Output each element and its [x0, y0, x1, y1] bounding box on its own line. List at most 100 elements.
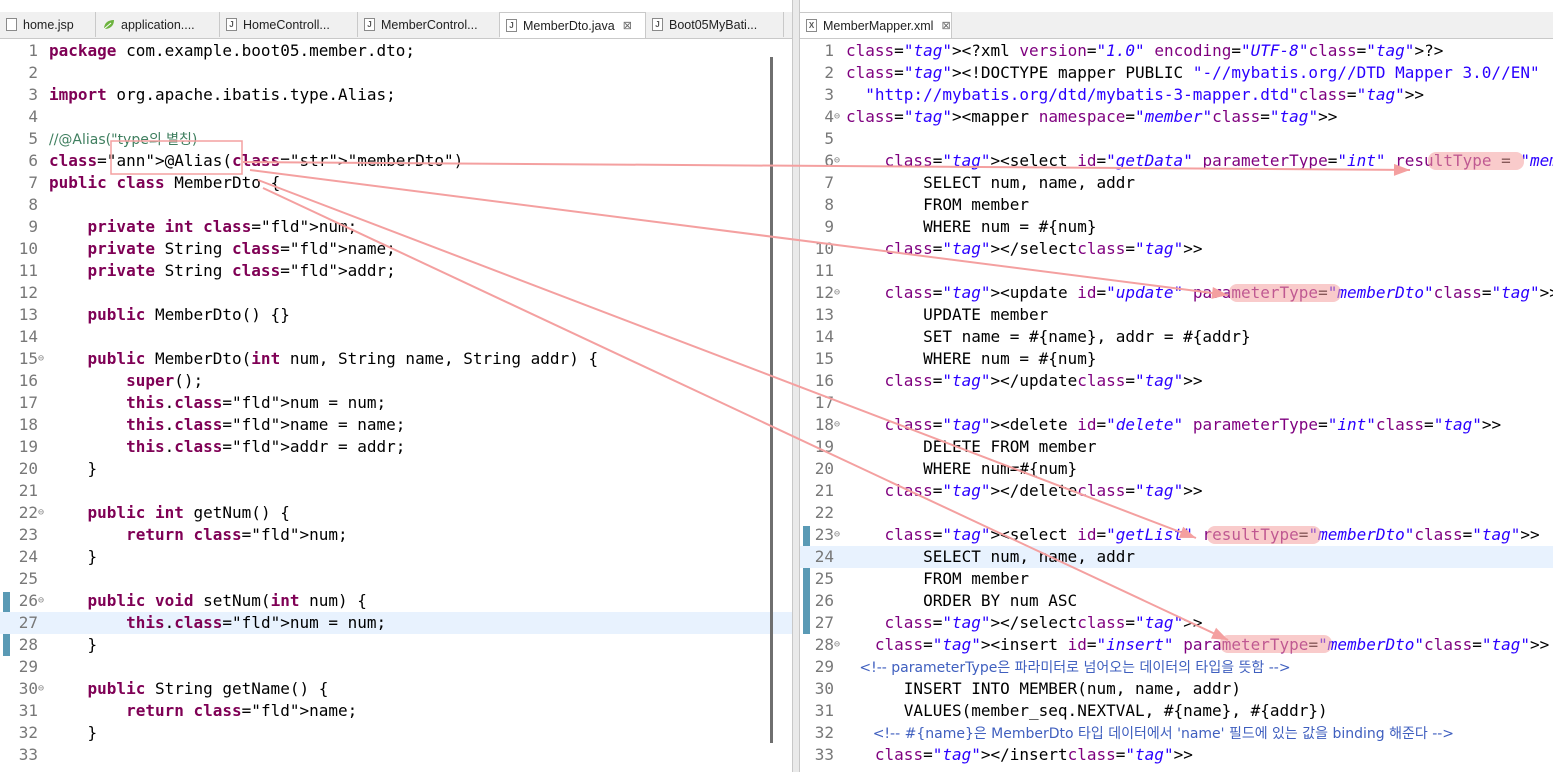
java-line-5[interactable]: 5 //@Alias("type의 별칭): [0, 128, 792, 150]
xml-code-area[interactable]: 1 class="tag"><?xml version="1.0" encodin…: [800, 40, 1553, 772]
java-tab-5[interactable]: J Boot05MyBati...: [646, 12, 784, 37]
line-number: 23: [814, 525, 834, 544]
xml-line-32[interactable]: 32 <!-- #{name}은 MemberDto 타입 데이터에서 'nam…: [800, 722, 1553, 744]
xml-line-6[interactable]: 6 ⊖ class="tag"><select id="getData" para…: [800, 150, 1553, 172]
java-line-29[interactable]: 29: [0, 656, 792, 678]
xml-line-10[interactable]: 10 class="tag"></selectclass="tag">>: [800, 238, 1553, 260]
xml-line-27[interactable]: 27 class="tag"></selectclass="tag">>: [800, 612, 1553, 634]
xml-line-15[interactable]: 15 WHERE num = #{num}: [800, 348, 1553, 370]
java-line-14[interactable]: 14: [0, 326, 792, 348]
fold-toggle-icon[interactable]: ⊖: [834, 282, 840, 304]
java-file-icon: J: [652, 18, 663, 31]
java-tab-3[interactable]: J MemberControl...: [358, 12, 500, 37]
java-line-7[interactable]: 7 public class MemberDto {: [0, 172, 792, 194]
xml-line-14[interactable]: 14 SET name = #{name}, addr = #{addr}: [800, 326, 1553, 348]
java-editor-scrollbar[interactable]: [770, 57, 773, 743]
fold-toggle-icon[interactable]: ⊖: [38, 502, 44, 524]
fold-toggle-icon[interactable]: ⊖: [38, 590, 44, 612]
line-number: 26: [18, 591, 38, 610]
java-line-22[interactable]: 22 ⊖ public int getNum() {: [0, 502, 792, 524]
java-tab-0[interactable]: home.jsp: [0, 12, 96, 37]
java-line-9[interactable]: 9 private int class="fld">num;: [0, 216, 792, 238]
xml-line-18[interactable]: 18 ⊖ class="tag"><delete id="delete" para…: [800, 414, 1553, 436]
close-tab-icon[interactable]: ⊠: [623, 19, 632, 32]
java-line-11[interactable]: 11 private String class="fld">addr;: [0, 260, 792, 282]
xml-line-7[interactable]: 7 SELECT num, name, addr: [800, 172, 1553, 194]
xml-line-21[interactable]: 21 class="tag"></deleteclass="tag">>: [800, 480, 1553, 502]
java-line-2[interactable]: 2: [0, 62, 792, 84]
fold-toggle-icon[interactable]: ⊖: [834, 414, 840, 436]
xml-line-29[interactable]: 29 <!-- parameterType은 파라미터로 넘어오는 데이터의 타…: [800, 656, 1553, 678]
java-line-20[interactable]: 20 }: [0, 458, 792, 480]
fold-toggle-icon[interactable]: ⊖: [834, 150, 840, 172]
java-line-18[interactable]: 18 this.class="fld">name = name;: [0, 414, 792, 436]
code-text: class="tag"></selectclass="tag">>: [884, 613, 1203, 632]
java-tab-4[interactable]: J MemberDto.java ⊠: [500, 12, 646, 38]
java-tab-1[interactable]: application....: [96, 12, 220, 37]
xml-line-16[interactable]: 16 class="tag"></updateclass="tag">>: [800, 370, 1553, 392]
xml-line-11[interactable]: 11: [800, 260, 1553, 282]
xml-line-25[interactable]: 25 FROM member: [800, 568, 1553, 590]
xml-line-13[interactable]: 13 UPDATE member: [800, 304, 1553, 326]
java-line-15[interactable]: 15 ⊖ public MemberDto(int num, String nam…: [0, 348, 792, 370]
java-line-21[interactable]: 21: [0, 480, 792, 502]
xml-line-3[interactable]: 3 "http://mybatis.org/dtd/mybatis-3-mapp…: [800, 84, 1553, 106]
java-line-13[interactable]: 13 public MemberDto() {}: [0, 304, 792, 326]
fold-toggle-icon[interactable]: ⊖: [834, 524, 840, 546]
xml-line-23[interactable]: 23 ⊖ class="tag"><select id="getList" res…: [800, 524, 1553, 546]
xml-line-33[interactable]: 33 class="tag"></insertclass="tag">>: [800, 744, 1553, 766]
java-line-24[interactable]: 24 }: [0, 546, 792, 568]
java-line-28[interactable]: 28 }: [0, 634, 792, 656]
java-tab-2[interactable]: J HomeControll...: [220, 12, 358, 37]
close-tab-icon[interactable]: ⊠: [941, 19, 950, 32]
xml-line-30[interactable]: 30 INSERT INTO MEMBER(num, name, addr): [800, 678, 1553, 700]
code-text: SELECT num, name, addr: [846, 173, 1135, 192]
xml-line-19[interactable]: 19 DELETE FROM member: [800, 436, 1553, 458]
editor-split-divider[interactable]: [792, 0, 800, 772]
java-line-6[interactable]: 6 class="ann">@Alias(class="str">"memberD…: [0, 150, 792, 172]
xml-line-20[interactable]: 20 WHERE num=#{num}: [800, 458, 1553, 480]
fold-toggle-icon[interactable]: ⊖: [834, 634, 840, 656]
java-code-area[interactable]: 1 package com.example.boot05.member.dto; 2…: [0, 40, 792, 772]
xml-line-22[interactable]: 22: [800, 502, 1553, 524]
line-number: 15: [814, 349, 834, 368]
fold-toggle-icon[interactable]: ⊖: [834, 106, 840, 128]
java-line-10[interactable]: 10 private String class="fld">name;: [0, 238, 792, 260]
java-line-1[interactable]: 1 package com.example.boot05.member.dto;: [0, 40, 792, 62]
xml-line-17[interactable]: 17: [800, 392, 1553, 414]
java-line-16[interactable]: 16 super();: [0, 370, 792, 392]
xml-line-12[interactable]: 12 ⊖ class="tag"><update id="update" para…: [800, 282, 1553, 304]
xml-line-4[interactable]: 4 ⊖ class="tag"><mapper namespace="member"…: [800, 106, 1553, 128]
java-line-27[interactable]: 27 this.class="fld">num = num;: [0, 612, 792, 634]
xml-line-5[interactable]: 5: [800, 128, 1553, 150]
java-line-31[interactable]: 31 return class="fld">name;: [0, 700, 792, 722]
line-number: 14: [18, 327, 38, 346]
xml-line-8[interactable]: 8 FROM member: [800, 194, 1553, 216]
java-line-19[interactable]: 19 this.class="fld">addr = addr;: [0, 436, 792, 458]
java-line-4[interactable]: 4: [0, 106, 792, 128]
java-line-30[interactable]: 30 ⊖ public String getName() {: [0, 678, 792, 700]
line-number: 13: [814, 305, 834, 324]
xml-line-28[interactable]: 28 ⊖ class="tag"><insert id="insert" para…: [800, 634, 1553, 656]
code-text: WHERE num = #{num}: [846, 349, 1097, 368]
java-line-26[interactable]: 26 ⊖ public void setNum(int num) {: [0, 590, 792, 612]
xml-line-2[interactable]: 2 class="tag"><!DOCTYPE mapper PUBLIC "-/…: [800, 62, 1553, 84]
xml-line-1[interactable]: 1 class="tag"><?xml version="1.0" encodin…: [800, 40, 1553, 62]
java-line-33[interactable]: 33: [0, 744, 792, 766]
xml-line-24[interactable]: 24 SELECT num, name, addr: [800, 546, 1553, 568]
java-line-32[interactable]: 32 }: [0, 722, 792, 744]
xml-tab-0[interactable]: X MemberMapper.xml ⊠: [800, 12, 952, 38]
fold-toggle-icon[interactable]: ⊖: [38, 678, 44, 700]
java-line-23[interactable]: 23 return class="fld">num;: [0, 524, 792, 546]
java-line-12[interactable]: 12: [0, 282, 792, 304]
java-line-17[interactable]: 17 this.class="fld">num = num;: [0, 392, 792, 414]
java-line-3[interactable]: 3 import org.apache.ibatis.type.Alias;: [0, 84, 792, 106]
line-number: 27: [18, 613, 38, 632]
xml-line-9[interactable]: 9 WHERE num = #{num}: [800, 216, 1553, 238]
java-line-25[interactable]: 25: [0, 568, 792, 590]
xml-line-31[interactable]: 31 VALUES(member_seq.NEXTVAL, #{name}, #…: [800, 700, 1553, 722]
xml-line-26[interactable]: 26 ORDER BY num ASC: [800, 590, 1553, 612]
code-text: return class="fld">name;: [126, 701, 358, 720]
fold-toggle-icon[interactable]: ⊖: [38, 348, 44, 370]
java-line-8[interactable]: 8: [0, 194, 792, 216]
